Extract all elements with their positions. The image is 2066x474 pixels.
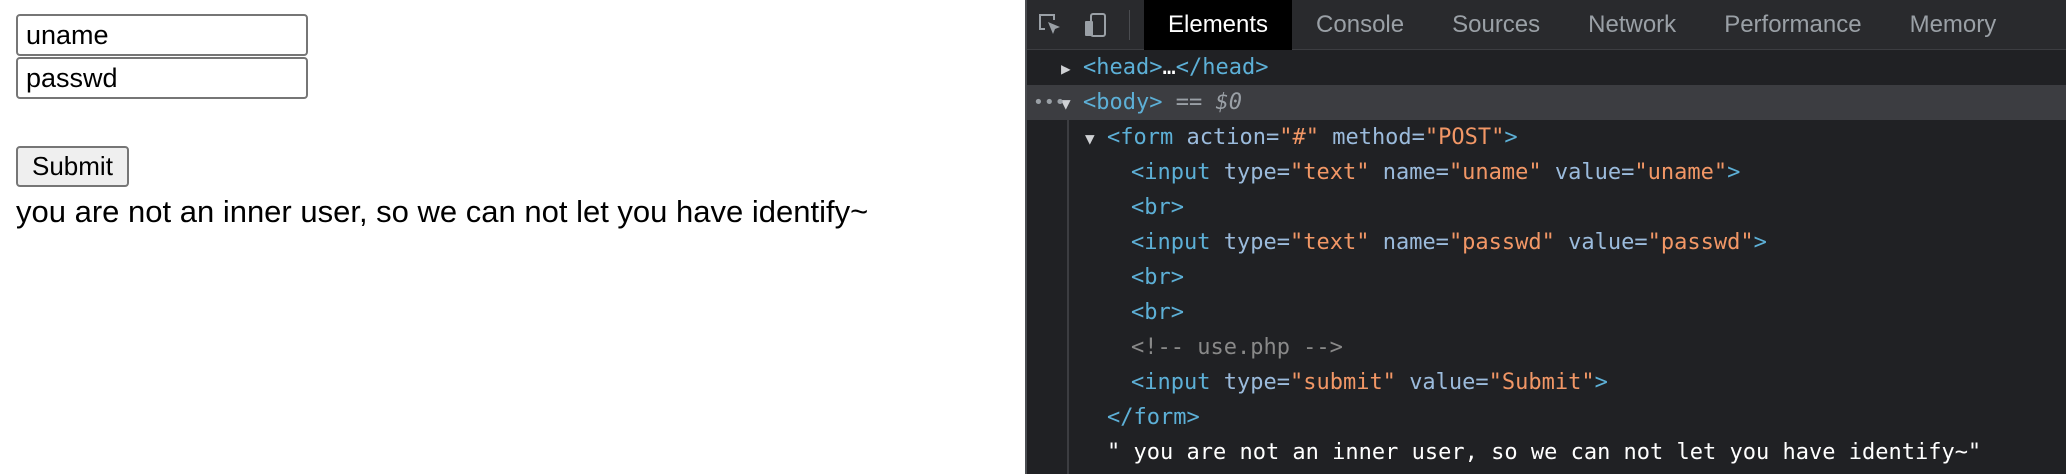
br-tag: <br> xyxy=(1131,195,1184,220)
attr-value: "text" xyxy=(1289,230,1370,255)
status-message: you are not an inner user, so we can not… xyxy=(16,194,869,229)
tree-row-form-close[interactable]: </form> xyxy=(1027,400,2066,435)
tree-row-comment[interactable]: <!-- use.php --> xyxy=(1027,330,2066,365)
attr-name: type= xyxy=(1223,230,1290,255)
head-ellipsis[interactable]: … xyxy=(1162,55,1175,80)
attr-name: name= xyxy=(1382,160,1449,185)
attr-value: "submit" xyxy=(1289,370,1396,395)
attr-value: "POST" xyxy=(1424,125,1505,150)
devtools-tabbar: Elements Console Sources Network Perform… xyxy=(1027,0,2066,50)
head-close-tag: </head> xyxy=(1175,55,1269,80)
passwd-input[interactable] xyxy=(16,57,308,99)
input-tag: <input xyxy=(1131,160,1211,185)
attr-name: value= xyxy=(1409,370,1489,395)
input-tag: <input xyxy=(1131,370,1211,395)
collapse-arrow-icon[interactable]: ▼ xyxy=(1085,121,1107,156)
tree-row-body[interactable]: ••• ▼ <body> == $0 xyxy=(1027,85,2066,120)
tabbar-divider xyxy=(1129,9,1130,40)
devtools-panel: Elements Console Sources Network Perform… xyxy=(1025,0,2066,474)
tree-row-input-passwd[interactable]: <input type="text" name="passwd" value="… xyxy=(1027,225,2066,260)
screen: Submit you are not an inner user, so we … xyxy=(0,0,2066,474)
attr-value: "passwd" xyxy=(1448,230,1555,255)
tag-end: > xyxy=(1753,230,1767,255)
tab-console[interactable]: Console xyxy=(1292,0,1428,50)
tree-row-br[interactable]: <br> xyxy=(1027,260,2066,295)
br-tag: <br> xyxy=(1131,300,1184,325)
tag-end: > xyxy=(1504,125,1518,150)
more-actions-icon[interactable]: ••• xyxy=(1033,85,1066,120)
body-ref: $0 xyxy=(1215,90,1242,115)
text-node: " you are not an inner user, so we can n… xyxy=(1107,440,1982,465)
tree-row-br[interactable]: <br> xyxy=(1027,295,2066,330)
expand-arrow-icon[interactable]: ▶ xyxy=(1061,51,1083,86)
attr-value: "#" xyxy=(1279,125,1319,150)
attr-value: "uname" xyxy=(1448,160,1542,185)
device-toolbar-icon[interactable] xyxy=(1073,0,1119,50)
attr-value: "uname" xyxy=(1634,160,1728,185)
body-tag: <body> xyxy=(1083,90,1163,115)
submit-button[interactable]: Submit xyxy=(16,146,129,187)
tree-row-input-submit[interactable]: <input type="submit" value="Submit"> xyxy=(1027,365,2066,400)
tab-sources[interactable]: Sources xyxy=(1428,0,1564,50)
tab-memory[interactable]: Memory xyxy=(1886,0,2021,50)
attr-value: "text" xyxy=(1289,160,1370,185)
tree-row-form[interactable]: ▼ <form action="#" method="POST"> xyxy=(1027,120,2066,155)
tag-end: > xyxy=(1594,370,1608,395)
tab-network[interactable]: Network xyxy=(1564,0,1700,50)
tree-row-text-node[interactable]: " you are not an inner user, so we can n… xyxy=(1027,435,2066,470)
head-open-tag: <head> xyxy=(1083,55,1163,80)
inspect-element-icon[interactable] xyxy=(1027,0,1073,50)
input-tag: <input xyxy=(1131,230,1211,255)
tab-elements[interactable]: Elements xyxy=(1144,0,1293,50)
attr-name: type= xyxy=(1223,160,1290,185)
tree-row-br[interactable]: <br> xyxy=(1027,190,2066,225)
attr-value: "Submit" xyxy=(1488,370,1595,395)
html-comment: <!-- use.php --> xyxy=(1131,335,1343,360)
tree-row-head[interactable]: ▶ <head>…</head> xyxy=(1027,50,2066,85)
rendered-page: Submit you are not an inner user, so we … xyxy=(0,0,1025,474)
uname-input[interactable] xyxy=(16,14,308,56)
attr-name: type= xyxy=(1223,370,1290,395)
tree-row-input-uname[interactable]: <input type="text" name="uname" value="u… xyxy=(1027,155,2066,190)
form-open-tag: <form xyxy=(1107,125,1174,150)
attr-name: name= xyxy=(1382,230,1449,255)
tag-end: > xyxy=(1727,160,1741,185)
attr-name: value= xyxy=(1568,230,1648,255)
form-close-tag: </form> xyxy=(1107,405,1200,430)
attr-name: value= xyxy=(1554,160,1635,185)
attr-name: action= xyxy=(1186,125,1280,150)
br-tag: <br> xyxy=(1131,265,1184,290)
attr-name: method= xyxy=(1332,125,1425,150)
tab-performance[interactable]: Performance xyxy=(1700,0,1885,50)
body-eq: == xyxy=(1175,90,1203,115)
attr-value: "passwd" xyxy=(1647,230,1754,255)
elements-tree: ▶ <head>…</head> ••• ▼ <body> == $0 ▼ <form… xyxy=(1027,50,2066,470)
